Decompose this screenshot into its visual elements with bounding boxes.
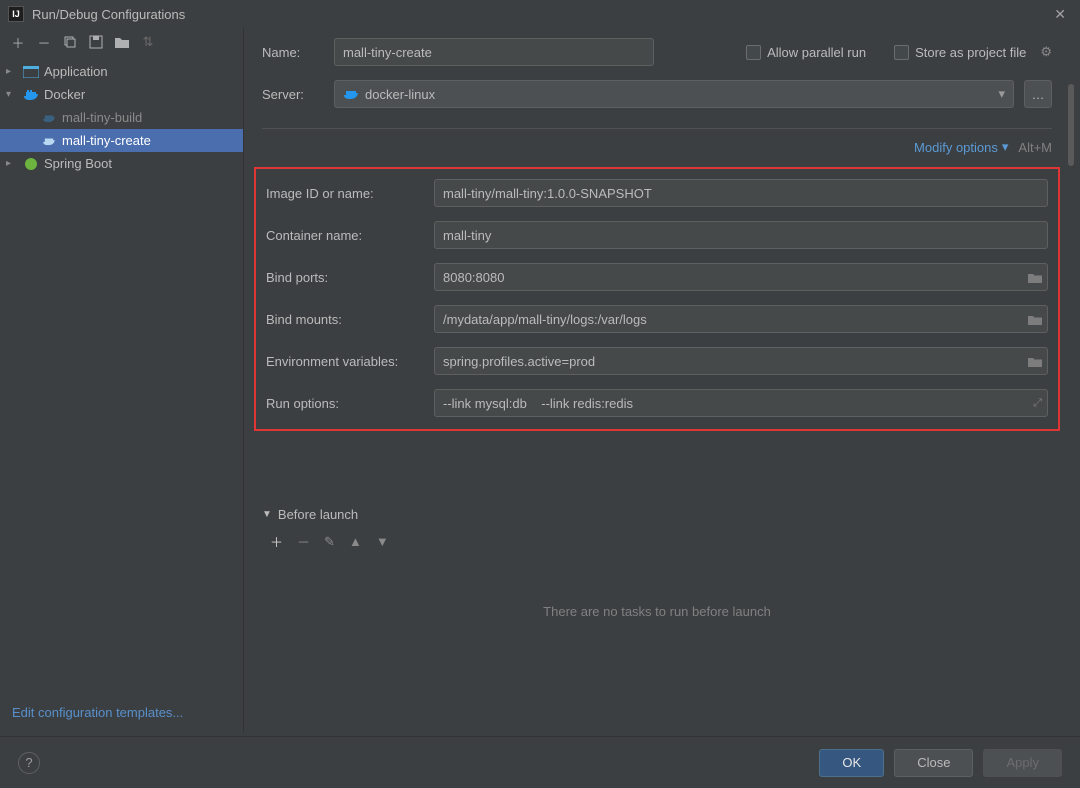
- before-launch-header[interactable]: ▼ Before launch: [262, 507, 1052, 522]
- runopt-label: Run options:: [266, 396, 426, 411]
- tree-docker-child-create[interactable]: mall-tiny-create: [0, 129, 243, 152]
- server-label: Server:: [262, 87, 324, 102]
- up-icon[interactable]: ▲: [349, 534, 362, 549]
- chevron-down-icon: ▾: [998, 86, 1005, 102]
- tree-spring-boot[interactable]: ▸ Spring Boot: [0, 152, 243, 175]
- bind-ports-label: Bind ports:: [266, 270, 426, 285]
- allow-parallel-checkbox[interactable]: Allow parallel run: [746, 45, 866, 60]
- tree-label: Application: [44, 64, 108, 79]
- env-input[interactable]: [434, 347, 1048, 375]
- server-browse-button[interactable]: …: [1024, 80, 1052, 108]
- bind-mounts-label: Bind mounts:: [266, 312, 426, 327]
- chevron-right-icon: ▸: [6, 66, 18, 77]
- before-launch-empty: There are no tasks to run before launch: [262, 561, 1052, 661]
- gear-icon[interactable]: ⚙: [1040, 44, 1052, 60]
- server-value: docker-linux: [365, 87, 435, 102]
- store-as-file-label: Store as project file: [915, 45, 1026, 60]
- server-combo[interactable]: docker-linux ▾: [334, 80, 1014, 108]
- chevron-down-icon: ▾: [1002, 139, 1009, 155]
- modify-options-label: Modify options: [914, 140, 998, 155]
- image-label: Image ID or name:: [266, 186, 426, 201]
- name-label: Name:: [262, 45, 324, 60]
- tree-application[interactable]: ▸ Application: [0, 60, 243, 83]
- container-label: Container name:: [266, 228, 426, 243]
- name-input[interactable]: [334, 38, 654, 66]
- before-launch-title: Before launch: [278, 507, 358, 522]
- edit-templates-link[interactable]: Edit configuration templates...: [12, 705, 183, 720]
- bind-ports-input[interactable]: [434, 263, 1048, 291]
- config-tree: ▸ Application ▾ Docker mall-tiny-build: [0, 56, 243, 697]
- env-label: Environment variables:: [266, 354, 426, 369]
- bind-mounts-input[interactable]: [434, 305, 1048, 333]
- remove-icon[interactable]: －: [297, 532, 310, 551]
- spring-icon: [22, 157, 40, 171]
- modify-shortcut: Alt+M: [1018, 140, 1052, 155]
- image-input[interactable]: [434, 179, 1048, 207]
- save-icon[interactable]: [88, 34, 104, 50]
- tree-label: mall-tiny-create: [62, 133, 151, 148]
- checkbox-icon: [894, 45, 909, 60]
- edit-icon[interactable]: ✎: [324, 534, 335, 550]
- application-icon: [22, 66, 40, 78]
- docker-icon: [40, 113, 58, 123]
- before-launch-toolbar: ＋ － ✎ ▲ ▼: [262, 532, 1052, 551]
- copy-icon[interactable]: [62, 34, 78, 50]
- sort-icon[interactable]: ⇅: [140, 34, 156, 50]
- help-button[interactable]: ?: [18, 752, 40, 774]
- close-button[interactable]: Close: [894, 749, 973, 777]
- remove-icon[interactable]: －: [36, 34, 52, 50]
- runopt-input[interactable]: [434, 389, 1048, 417]
- store-as-file-checkbox[interactable]: Store as project file: [894, 45, 1026, 60]
- tree-label: Spring Boot: [44, 156, 112, 171]
- divider: [262, 128, 1052, 129]
- chevron-down-icon: ▼: [262, 509, 272, 520]
- tree-docker[interactable]: ▾ Docker: [0, 83, 243, 106]
- apply-button[interactable]: Apply: [983, 749, 1062, 777]
- folder-icon[interactable]: [114, 34, 130, 50]
- tree-label: Docker: [44, 87, 85, 102]
- window-title: Run/Debug Configurations: [32, 7, 1048, 22]
- container-input[interactable]: [434, 221, 1048, 249]
- close-icon[interactable]: ✕: [1048, 6, 1072, 23]
- allow-parallel-label: Allow parallel run: [767, 45, 866, 60]
- down-icon[interactable]: ▼: [376, 534, 389, 549]
- highlighted-section: Image ID or name: Container name: Bind p…: [254, 167, 1060, 431]
- docker-icon: [343, 88, 359, 100]
- tree-label: mall-tiny-build: [62, 110, 142, 125]
- add-icon[interactable]: ＋: [10, 34, 26, 50]
- app-icon: IJ: [8, 6, 24, 22]
- sidebar-toolbar: ＋ － ⇅: [0, 28, 243, 56]
- checkbox-icon: [746, 45, 761, 60]
- docker-icon: [40, 136, 58, 146]
- scrollbar[interactable]: [1068, 84, 1074, 704]
- modify-options-link[interactable]: Modify options ▾: [914, 139, 1008, 155]
- tree-docker-child-build[interactable]: mall-tiny-build: [0, 106, 243, 129]
- docker-icon: [22, 89, 40, 101]
- add-icon[interactable]: ＋: [270, 532, 283, 551]
- chevron-right-icon: ▸: [6, 158, 18, 169]
- chevron-down-icon: ▾: [6, 89, 18, 100]
- ok-button[interactable]: OK: [819, 749, 884, 777]
